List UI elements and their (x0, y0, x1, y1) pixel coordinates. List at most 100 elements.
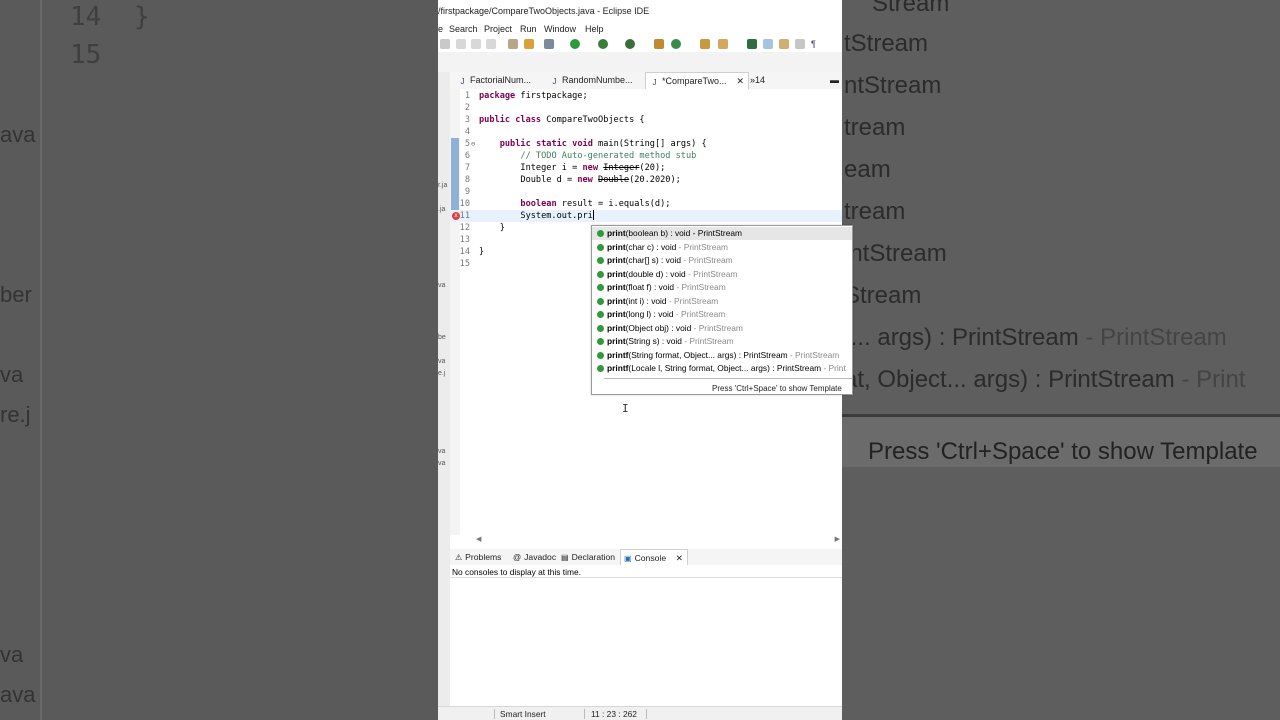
status-separator (646, 709, 647, 719)
tab-random[interactable]: J RandomNumbe... (546, 72, 633, 89)
code-line: 5 ⊖ public static void main(String[] args… (464, 138, 707, 150)
completion-item[interactable]: print(boolean b) : void - PrintStream (592, 227, 852, 240)
background-fragment: ber (0, 282, 32, 307)
external-tools-icon[interactable] (625, 39, 635, 49)
refactor-icon[interactable] (524, 39, 534, 49)
cursor-position-status: 11 : 23 : 262 (591, 709, 637, 719)
background-fragment: intStream (844, 240, 947, 267)
scroll-left-icon[interactable]: ◀ (476, 535, 481, 543)
content-assist-popup: print(boolean b) : void - PrintStream pr… (591, 225, 853, 395)
public-method-icon (597, 257, 604, 264)
completion-item[interactable]: print(char[] s) : void - PrintStream (592, 254, 852, 267)
whitespace-icon[interactable] (795, 39, 805, 49)
javadoc-icon: @ (513, 553, 522, 562)
rail-fragment: va (438, 460, 446, 467)
menu-search[interactable]: Search (449, 24, 478, 34)
code-line: 10 boolean result = i.equals(d); (459, 199, 671, 209)
background-fragment: at, Object... args) : PrintStream - Prin… (844, 366, 1246, 393)
completion-item[interactable]: print(String s) : void - PrintStream (592, 335, 852, 348)
public-method-icon (597, 311, 604, 318)
menu-project[interactable]: Project (484, 24, 512, 34)
pilcrow-icon[interactable]: ¶ (811, 39, 821, 49)
java-file-icon: J (552, 77, 557, 86)
nav-back-icon[interactable] (471, 39, 481, 49)
completion-item[interactable]: print(Object obj) : void - PrintStream (592, 322, 852, 335)
menu-run[interactable]: Run (520, 24, 537, 34)
tab-overflow[interactable]: »14 (750, 72, 765, 89)
search-icon[interactable] (718, 39, 728, 49)
close-icon[interactable]: ✕ (736, 73, 744, 90)
code-line: 8 Double d = new Double(20.2020); (464, 175, 681, 185)
nav-forward-icon[interactable] (486, 39, 496, 49)
format-icon[interactable] (508, 39, 518, 49)
menu-edit[interactable]: e (438, 24, 443, 34)
background-brace: } (134, 2, 150, 32)
tab-declaration[interactable]: ▤ Declaration (558, 549, 615, 565)
debug-icon[interactable] (544, 39, 554, 49)
open-type-icon[interactable] (700, 39, 710, 49)
console-view: No consoles to display at this time. (450, 565, 842, 705)
horizontal-scrollbar[interactable]: ◀ ▶ (476, 535, 840, 543)
rail-fragment: .ja (438, 206, 446, 213)
tab-factorial[interactable]: J FactorialNum... (454, 72, 532, 89)
completion-item[interactable]: print(double d) : void - PrintStream (592, 268, 852, 281)
background-fragment: tStream (844, 30, 929, 57)
code-line: 2 (464, 103, 470, 113)
tab-console[interactable]: ▣ Console ✕ (620, 549, 688, 566)
tab-compare-two-objects[interactable]: J *CompareTwo... ✕ (645, 72, 749, 90)
background-fragment: va (0, 642, 24, 667)
annotation-icon[interactable] (747, 39, 757, 49)
mark-occurrences-icon[interactable] (763, 39, 773, 49)
public-method-icon (597, 365, 604, 372)
background-fragment: tream (844, 198, 906, 225)
java-file-icon: J (652, 78, 657, 87)
public-method-icon (597, 351, 604, 359)
completion-item[interactable]: printf(String format, Object... args) : … (592, 349, 852, 362)
code-line: 3 public class CompareTwoObjects { (464, 115, 645, 125)
public-method-icon (597, 338, 604, 345)
fold-toggle-icon[interactable]: ⊖ (471, 138, 475, 150)
bottom-panel-tabs: ⚠ Problems @ Javadoc ▤ Declaration ▣ Console… (450, 549, 842, 566)
template-hint: Press 'Ctrl+Space' to show Template (712, 384, 842, 393)
toggle-block-icon[interactable] (779, 39, 789, 49)
background-fragment: va (0, 362, 24, 387)
popup-divider (604, 378, 852, 379)
background-gutter-line (40, 0, 42, 720)
insert-mode-status: Smart Insert (500, 709, 546, 719)
completion-item[interactable]: print(char c) : void - PrintStream (592, 241, 852, 254)
completion-item[interactable]: print(int i) : void - PrintStream (592, 295, 852, 308)
completion-item[interactable]: printf(Locale l, String format, Object..… (592, 362, 852, 375)
redo-icon[interactable] (456, 39, 466, 49)
background-left-zoom: 14 } 15 ava ber va re.j va ava (0, 0, 438, 720)
scroll-right-icon[interactable]: ▶ (835, 535, 840, 543)
public-method-icon (597, 284, 604, 291)
rail-fragment: va (438, 448, 446, 455)
main-toolbar: ¶ (438, 36, 842, 52)
status-separator (494, 709, 495, 719)
tab-problems[interactable]: ⚠ Problems (452, 549, 501, 565)
code-line: 9 (464, 187, 470, 197)
undo-icon[interactable] (440, 39, 450, 49)
background-fragment: ntStream (844, 72, 942, 99)
public-method-icon (597, 230, 604, 237)
close-icon[interactable]: ✕ (676, 550, 683, 566)
coverage-icon[interactable] (598, 39, 608, 49)
completion-item[interactable]: print(long l) : void - PrintStream (592, 308, 852, 321)
background-line-number: 15 (70, 40, 102, 70)
editor-tab-bar: J FactorialNum... J RandomNumbe... J *Compa… (450, 72, 842, 90)
code-line: 6 // TODO Auto-generated method stub (464, 151, 697, 161)
console-divider (450, 577, 842, 578)
new-class-icon[interactable] (671, 39, 681, 49)
rail-fragment: r.ja (438, 182, 448, 189)
minimize-icon[interactable]: ▬ (830, 72, 839, 89)
menu-help[interactable]: Help (585, 24, 604, 34)
completion-item[interactable]: print(float f) : void - PrintStream (592, 281, 852, 294)
new-java-project-icon[interactable] (654, 39, 664, 49)
tab-javadoc[interactable]: @ Javadoc (510, 549, 556, 565)
run-icon[interactable] (570, 39, 580, 49)
code-line: 4 (464, 127, 470, 137)
code-line: 7 Integer i = new Integer(20); (464, 163, 666, 173)
toolbar-strip (438, 52, 842, 72)
public-method-icon (597, 297, 604, 305)
menu-window[interactable]: Window (544, 24, 576, 34)
